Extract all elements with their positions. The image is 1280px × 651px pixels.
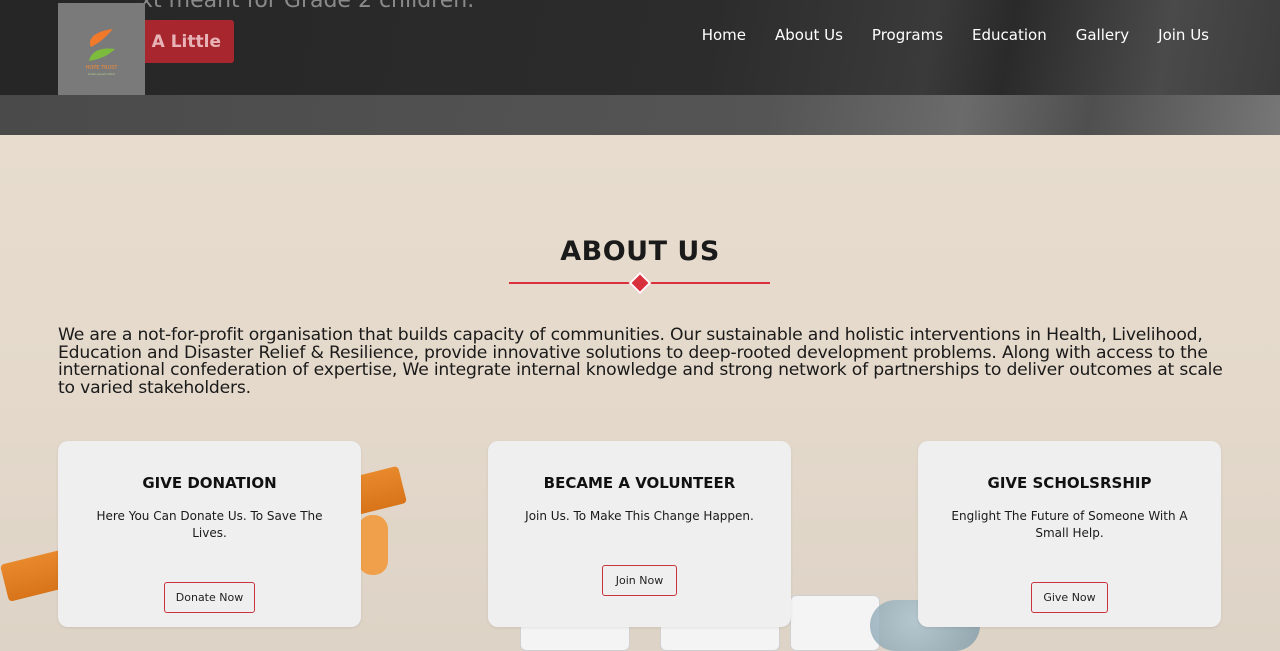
hero-header: xt meant for Grade 2 children. th A Litt… [0,0,1280,135]
nav-education[interactable]: Education [972,26,1047,44]
logo-tagline: lorem ipsum dolor [87,72,116,76]
donate-now-button[interactable]: Donate Now [164,582,255,613]
card-text: Englight The Future of Someone With A Sm… [951,509,1188,540]
card-give-donation: GIVE DONATION Here You Can Donate Us. To… [58,441,361,627]
give-now-button[interactable]: Give Now [1031,582,1108,613]
main-nav: Home About Us Programs Education Gallery… [673,26,1209,44]
card-title: GIVE SCHOLSRSHIP [987,474,1152,492]
hero-band [0,95,1280,135]
card-text: Here You Can Donate Us. To Save The Live… [96,509,323,540]
nav-programs[interactable]: Programs [872,26,943,44]
card-became-volunteer: BECAME A VOLUNTEER Join Us. To Make This… [488,441,791,627]
card-give-scholarship: GIVE SCHOLSRSHIP Englight The Future of … [918,441,1221,627]
join-now-button[interactable]: Join Now [602,565,677,596]
logo-name: HOPE TRUST [85,65,118,71]
about-description: We are a not-for-profit organisation tha… [58,325,1223,398]
nav-home[interactable]: Home [702,26,746,44]
about-title: ABOUT US [560,236,720,267]
card-title: GIVE DONATION [142,474,277,492]
site-logo[interactable]: HOPE TRUST lorem ipsum dolor [58,3,145,95]
title-divider-right [648,282,770,284]
card-text: Join Us. To Make This Change Happen. [525,509,754,523]
nav-about-us[interactable]: About Us [775,26,843,44]
nav-join-us[interactable]: Join Us [1158,26,1209,44]
nav-gallery[interactable]: Gallery [1076,26,1129,44]
decorative-clip [358,515,388,575]
decorative-letter-block [790,595,880,651]
card-title: BECAME A VOLUNTEER [543,474,736,492]
hero-subtitle: xt meant for Grade 2 children. [140,0,475,13]
hands-leaf-icon [88,29,115,61]
title-divider-left [509,282,633,284]
